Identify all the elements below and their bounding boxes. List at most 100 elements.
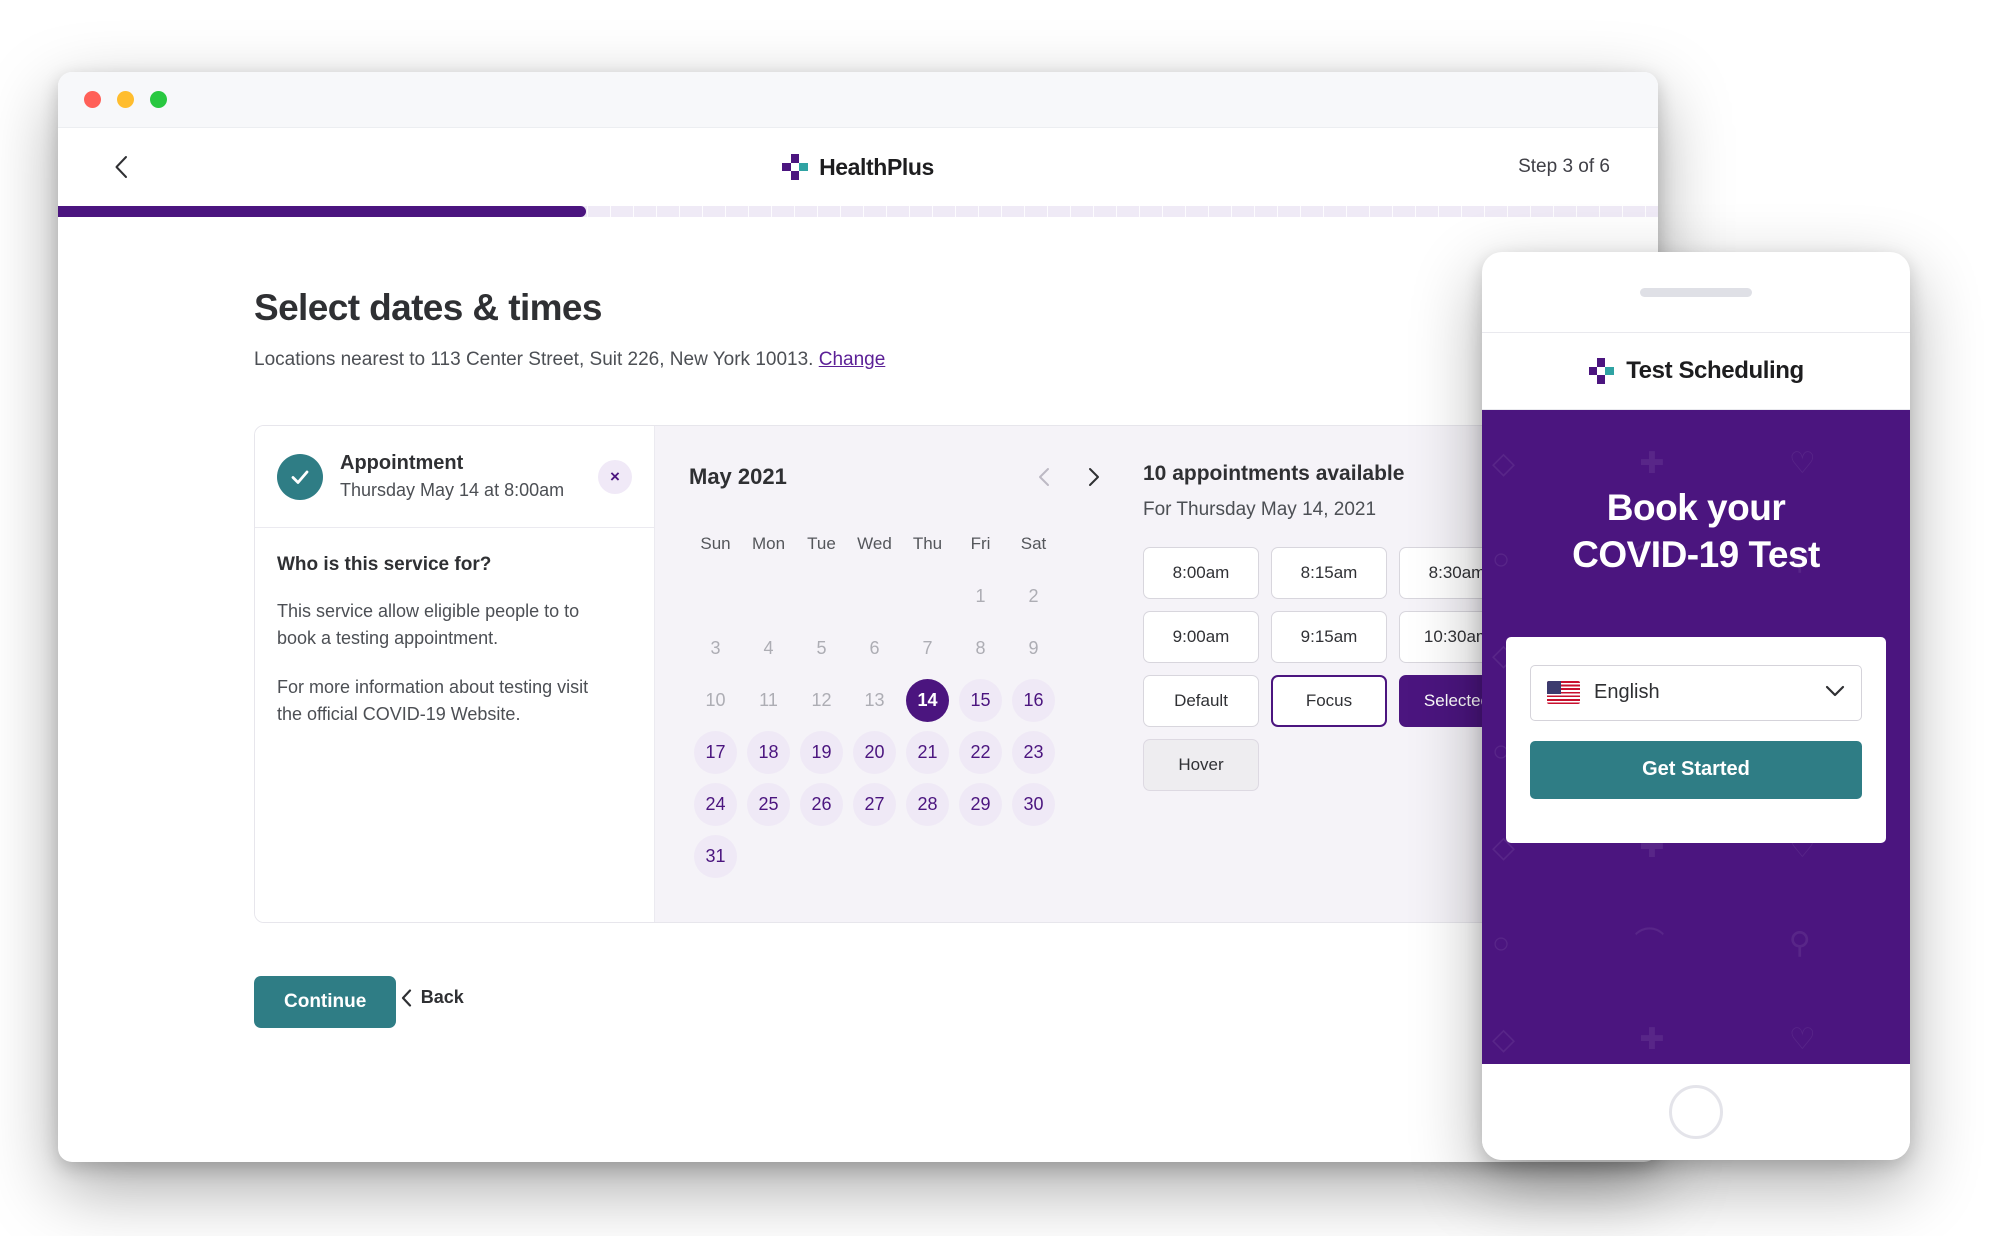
- calendar-day-24[interactable]: 24: [689, 778, 742, 830]
- timeslot-focus[interactable]: Focus: [1271, 675, 1387, 727]
- calendar-weekday-1: Mon: [751, 534, 786, 553]
- timeslot-hover[interactable]: Hover: [1143, 739, 1259, 791]
- calendar-prev-button[interactable]: [1029, 462, 1059, 492]
- chevron-down-glyph: [1825, 685, 1845, 696]
- calendar-day-label: 29: [959, 782, 1002, 826]
- calendar-day-30[interactable]: 30: [1007, 778, 1060, 830]
- window-minimize-dot[interactable]: [117, 91, 134, 108]
- calendar-day-label: 24: [694, 782, 737, 826]
- calendar-weekday-2: Tue: [807, 534, 836, 553]
- appointment-summary-header: Appointment Thursday May 14 at 8:00am ×: [255, 426, 654, 528]
- close-icon[interactable]: ×: [598, 459, 632, 494]
- continue-button[interactable]: Continue: [254, 975, 397, 1028]
- calendar-nav: [1029, 462, 1109, 492]
- calendar-day-27[interactable]: 27: [848, 778, 901, 830]
- header-back-button[interactable]: [106, 152, 136, 182]
- calendar-day-label: 2: [1028, 585, 1039, 606]
- timeslot-9-00am[interactable]: 9:00am: [1143, 611, 1259, 663]
- window-maximize-dot[interactable]: [150, 91, 167, 108]
- app-header: HealthPlus Step 3 of 6: [58, 128, 1658, 206]
- calendar-blank-cell: [901, 570, 954, 622]
- timeslot-8-00am[interactable]: 8:00am: [1143, 547, 1259, 599]
- calendar-day-label: 21: [906, 730, 949, 774]
- locations-subline: Locations nearest to 113 Center Street, …: [254, 349, 1658, 371]
- calendar-day-16[interactable]: 16: [1007, 674, 1060, 726]
- us-flag-icon: [1547, 681, 1580, 705]
- calendar-blank-cell: [689, 570, 742, 622]
- appointment-datetime: Thursday May 14 at 8:00am: [340, 480, 565, 500]
- calendar-day-label: 12: [811, 689, 832, 710]
- calendar-day-11: 11: [742, 674, 795, 726]
- calendar-day-label: 6: [869, 637, 880, 658]
- calendar-day-19[interactable]: 19: [795, 726, 848, 778]
- calendar-next-button[interactable]: [1079, 462, 1109, 492]
- home-button[interactable]: [1669, 1085, 1723, 1139]
- calendar-day-label: 20: [853, 730, 896, 774]
- calendar-day-26[interactable]: 26: [795, 778, 848, 830]
- locations-text: Locations nearest to 113 Center Street, …: [254, 349, 814, 370]
- chevron-down-icon: [1825, 684, 1845, 702]
- calendar-day-label: 27: [853, 782, 896, 826]
- page-title: Select dates & times: [254, 287, 602, 328]
- phone-app-header: Test Scheduling: [1482, 332, 1910, 410]
- browser-window: HealthPlus Step 3 of 6 Select dates & ti…: [58, 72, 1658, 1162]
- calendar-weekday-4: Thu: [912, 534, 943, 553]
- phone-bottom-area: [1482, 1064, 1910, 1160]
- step-indicator: Step 3 of 6: [1518, 156, 1610, 177]
- calendar-weekday-5: Fri: [970, 534, 991, 553]
- check-icon: [277, 453, 323, 500]
- back-link[interactable]: Back: [401, 987, 464, 1008]
- progress-fill: [58, 206, 586, 217]
- service-info-paragraph-1: This service allow eligible people to to…: [277, 601, 580, 648]
- check-glyph: [291, 470, 309, 484]
- calendar-day-21[interactable]: 21: [901, 726, 954, 778]
- phone-mockup: Test Scheduling ◇ ✚ ♡ ○ ⌒ ⚲ ◇ ✚ ♡ ○ ⌒ ⚲ …: [1482, 252, 1910, 1160]
- healthplus-cross-icon: [782, 154, 808, 180]
- calendar-day-14[interactable]: 14: [901, 674, 954, 726]
- calendar-day-23[interactable]: 23: [1007, 726, 1060, 778]
- calendar-day-label: 28: [906, 782, 949, 826]
- calendar-day-18[interactable]: 18: [742, 726, 795, 778]
- calendar-day-6: 6: [848, 622, 901, 674]
- get-started-button[interactable]: Get Started: [1530, 740, 1862, 799]
- timeslot-8-15am[interactable]: 8:15am: [1271, 547, 1387, 599]
- calendar-day-label: 18: [747, 730, 790, 774]
- screenshot-stage: HealthPlus Step 3 of 6 Select dates & ti…: [0, 0, 1992, 1236]
- phone-start-card: English Get Started: [1506, 636, 1886, 843]
- hero-title-line-1: Book your: [1606, 487, 1786, 528]
- calendar-day-label: 4: [763, 637, 774, 658]
- calendar-blank-cell: [848, 570, 901, 622]
- calendar-day-31[interactable]: 31: [689, 830, 742, 882]
- change-location-link[interactable]: Change: [819, 349, 886, 370]
- window-close-dot[interactable]: [84, 91, 101, 108]
- language-select[interactable]: English: [1530, 664, 1862, 721]
- calendar-column: May 2021 Sun Mon Tue Wed Thu Fri Sat 1 2…: [655, 426, 1143, 922]
- phone-header-title: Test Scheduling: [1626, 357, 1804, 384]
- phone-speaker-area: [1482, 252, 1910, 332]
- appointment-summary-column: Appointment Thursday May 14 at 8:00am × …: [255, 426, 655, 922]
- timeslot-9-15am[interactable]: 9:15am: [1271, 611, 1387, 663]
- calendar-day-25[interactable]: 25: [742, 778, 795, 830]
- calendar-day-9: 9: [1007, 622, 1060, 674]
- calendar-day-29[interactable]: 29: [954, 778, 1007, 830]
- back-link-label: Back: [420, 987, 464, 1007]
- page-content: Select dates & times Locations nearest t…: [58, 217, 1658, 1028]
- calendar-day-label: 11: [759, 689, 778, 710]
- calendar-day-17[interactable]: 17: [689, 726, 742, 778]
- calendar-day-28[interactable]: 28: [901, 778, 954, 830]
- calendar-day-2: 2: [1007, 570, 1060, 622]
- calendar-day-22[interactable]: 22: [954, 726, 1007, 778]
- timeslot-default[interactable]: Default: [1143, 675, 1259, 727]
- calendar-blank-cell: [795, 570, 848, 622]
- calendar-day-1: 1: [954, 570, 1007, 622]
- service-info-paragraph-2: For more information about testing visit…: [277, 677, 589, 724]
- flag-canton: [1547, 681, 1561, 694]
- brand-lockup: HealthPlus: [58, 154, 1658, 181]
- calendar-day-20[interactable]: 20: [848, 726, 901, 778]
- chevron-left-icon: [401, 988, 411, 1007]
- calendar-day-label: 25: [747, 782, 790, 826]
- calendar-day-10: 10: [689, 674, 742, 726]
- service-info-block: Who is this service for? This service al…: [255, 528, 654, 758]
- language-value: English: [1594, 681, 1660, 704]
- calendar-day-15[interactable]: 15: [954, 674, 1007, 726]
